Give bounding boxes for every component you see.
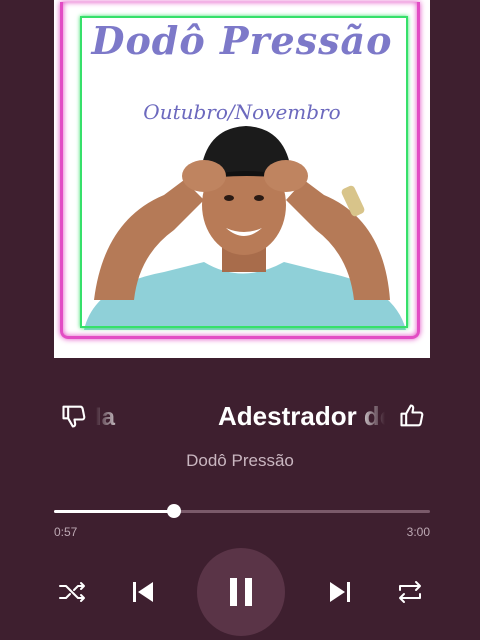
- album-art-subtitle: Outubro/Novembro: [143, 100, 341, 124]
- music-player-screen: Dodô Pressão Outubro/Novembro la Adestra…: [0, 0, 480, 640]
- artist-name[interactable]: Dodô Pressão: [0, 451, 480, 471]
- next-button[interactable]: [327, 578, 353, 606]
- progress-fill: [54, 510, 175, 513]
- previous-button[interactable]: [130, 578, 156, 606]
- progress-thumb[interactable]: [167, 504, 182, 518]
- marquee-fade-right: [355, 396, 385, 440]
- thumbs-down-icon: [62, 405, 86, 428]
- skip-previous-icon: [133, 582, 153, 602]
- like-button[interactable]: [398, 402, 426, 430]
- marquee-fade-left: [95, 396, 125, 440]
- shuffle-icon: [59, 582, 85, 602]
- total-time: 3:00: [406, 525, 430, 539]
- album-art-title: Dodô Pressão: [91, 18, 393, 63]
- track-title-marquee: la Adestrador de: [95, 396, 385, 440]
- skip-next-icon: [330, 582, 350, 602]
- thumbs-up-icon: [400, 404, 424, 427]
- shuffle-button[interactable]: [58, 578, 88, 606]
- dislike-button[interactable]: [60, 402, 88, 430]
- progress-bar[interactable]: [54, 504, 430, 518]
- album-art: Dodô Pressão Outubro/Novembro: [54, 0, 430, 358]
- current-time: 0:57: [54, 525, 78, 539]
- pause-icon: [230, 578, 252, 606]
- repeat-button[interactable]: [394, 578, 426, 606]
- pause-button[interactable]: [197, 548, 285, 636]
- repeat-icon: [399, 581, 421, 603]
